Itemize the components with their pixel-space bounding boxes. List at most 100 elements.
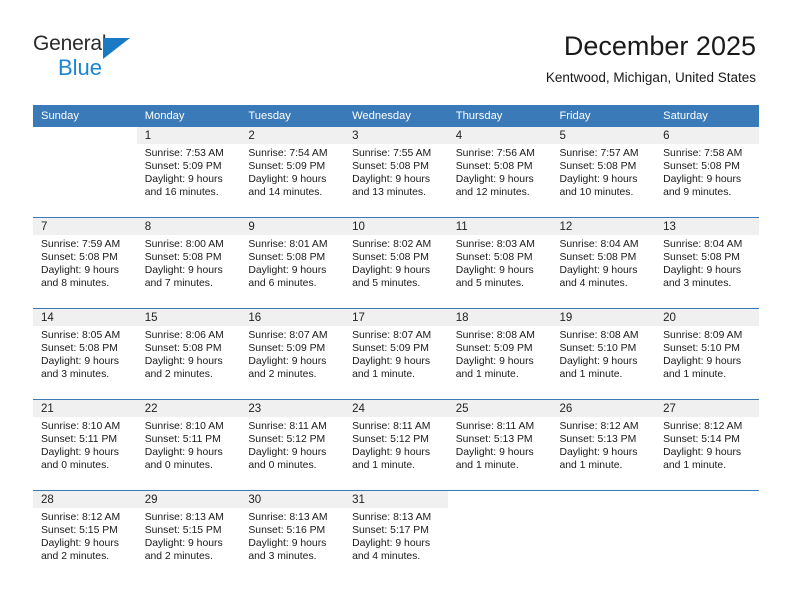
sunset-time: Sunset: 5:09 PM bbox=[144, 161, 222, 173]
sunset-time: Sunset: 5:08 PM bbox=[144, 252, 222, 264]
calendar-day-cell[interactable]: 5 Sunrise: 7:57 AM Sunset: 5:08 PM Daylight… bbox=[551, 127, 656, 218]
calendar-day-cell[interactable]: 26 Sunrise: 8:12 AM Sunset: 5:13 PM Dayligh… bbox=[551, 399, 656, 491]
logo-text-general: General bbox=[33, 32, 107, 55]
calendar-day-cell[interactable]: 9 Sunrise: 8:01 AM Sunset: 5:08 PM Daylight… bbox=[240, 217, 345, 309]
day-details: Sunrise: 8:02 AM Sunset: 5:08 PM Daylight:… bbox=[344, 235, 448, 290]
calendar-day-cell[interactable]: 19 Sunrise: 8:08 AM Sunset: 5:10 PM Dayligh… bbox=[551, 308, 656, 400]
sunset-time: Sunset: 5:16 PM bbox=[248, 525, 326, 537]
calendar-day-cell[interactable]: 3 Sunrise: 7:55 AM Sunset: 5:08 PM Daylight… bbox=[344, 127, 448, 218]
day-details: Sunrise: 7:54 AM Sunset: 5:09 PM Daylight:… bbox=[240, 144, 344, 199]
day-number: 11 bbox=[447, 218, 552, 235]
daylight-duration-line2: and 9 minutes. bbox=[663, 187, 732, 199]
daylight-duration-line1: Daylight: 9 hours bbox=[248, 356, 327, 368]
day-number: 17 bbox=[344, 309, 448, 326]
day-number: 27 bbox=[655, 400, 759, 417]
day-details: Sunrise: 8:13 AM Sunset: 5:17 PM Daylight:… bbox=[344, 508, 448, 563]
weekday-header-thursday: Thursday bbox=[447, 105, 552, 127]
weekday-header-tuesday: Tuesday bbox=[240, 105, 345, 127]
calendar-day-cell[interactable]: 12 Sunrise: 8:04 AM Sunset: 5:08 PM Dayligh… bbox=[551, 217, 656, 309]
daylight-duration-line1: Daylight: 9 hours bbox=[248, 447, 327, 459]
calendar-day-cell[interactable]: 27 Sunrise: 8:12 AM Sunset: 5:14 PM Dayligh… bbox=[655, 399, 759, 491]
calendar-week-row: 7 Sunrise: 7:59 AM Sunset: 5:08 PM Daylight… bbox=[33, 217, 759, 309]
day-details: Sunrise: 8:04 AM Sunset: 5:08 PM Daylight:… bbox=[655, 235, 759, 290]
sunset-time: Sunset: 5:08 PM bbox=[144, 343, 222, 355]
calendar-day-cell[interactable]: 1 Sunrise: 7:53 AM Sunset: 5:09 PM Daylight… bbox=[136, 127, 241, 218]
daylight-duration-line2: and 0 minutes. bbox=[144, 460, 213, 472]
day-details: Sunrise: 7:57 AM Sunset: 5:08 PM Daylight:… bbox=[551, 144, 655, 199]
calendar-day-cell[interactable]: 4 Sunrise: 7:56 AM Sunset: 5:08 PM Daylight… bbox=[447, 127, 552, 218]
calendar-day-cell[interactable]: 17 Sunrise: 8:07 AM Sunset: 5:09 PM Dayligh… bbox=[344, 308, 448, 400]
calendar-day-cell[interactable]: 13 Sunrise: 8:04 AM Sunset: 5:08 PM Dayligh… bbox=[655, 217, 759, 309]
day-details: Sunrise: 8:03 AM Sunset: 5:08 PM Daylight:… bbox=[448, 235, 552, 290]
calendar-week-row: 1 Sunrise: 7:53 AM Sunset: 5:09 PM Daylight… bbox=[33, 127, 759, 218]
day-details: Sunrise: 8:07 AM Sunset: 5:09 PM Daylight:… bbox=[344, 326, 448, 381]
calendar-day-cell[interactable]: 8 Sunrise: 8:00 AM Sunset: 5:08 PM Daylight… bbox=[136, 217, 241, 309]
day-number: 16 bbox=[240, 309, 345, 326]
general-blue-logo[interactable]: General Blue bbox=[33, 33, 193, 85]
day-details: Sunrise: 7:59 AM Sunset: 5:08 PM Daylight:… bbox=[33, 235, 137, 290]
day-number: 25 bbox=[447, 400, 552, 417]
sunset-time: Sunset: 5:08 PM bbox=[663, 161, 740, 173]
sunset-time: Sunset: 5:08 PM bbox=[559, 161, 637, 173]
sunrise-time: Sunrise: 8:13 AM bbox=[144, 512, 224, 523]
daylight-duration-line2: and 14 minutes. bbox=[248, 187, 323, 199]
sunrise-time: Sunrise: 8:07 AM bbox=[352, 330, 432, 341]
daylight-duration-line1: Daylight: 9 hours bbox=[41, 447, 119, 459]
sunset-time: Sunset: 5:08 PM bbox=[663, 252, 740, 264]
sunrise-time: Sunrise: 8:11 AM bbox=[455, 421, 535, 432]
daylight-duration-line1: Daylight: 9 hours bbox=[352, 538, 431, 550]
day-number bbox=[655, 491, 759, 508]
calendar-day-cell[interactable]: 2 Sunrise: 7:54 AM Sunset: 5:09 PM Daylight… bbox=[240, 127, 345, 218]
sunset-time: Sunset: 5:13 PM bbox=[559, 434, 637, 446]
calendar-day-cell[interactable]: 24 Sunrise: 8:11 AM Sunset: 5:12 PM Dayligh… bbox=[344, 399, 448, 491]
calendar-day-cell[interactable]: 23 Sunrise: 8:11 AM Sunset: 5:12 PM Dayligh… bbox=[240, 399, 345, 491]
day-details: Sunrise: 7:53 AM Sunset: 5:09 PM Daylight:… bbox=[137, 144, 241, 199]
calendar-day-cell[interactable]: 16 Sunrise: 8:07 AM Sunset: 5:09 PM Dayligh… bbox=[240, 308, 345, 400]
daylight-duration-line2: and 12 minutes. bbox=[455, 187, 530, 199]
sunrise-time: Sunrise: 7:59 AM bbox=[41, 239, 121, 250]
day-number: 30 bbox=[240, 491, 345, 508]
calendar-day-cell[interactable]: 30 Sunrise: 8:13 AM Sunset: 5:16 PM Dayligh… bbox=[240, 490, 345, 581]
day-number bbox=[33, 127, 137, 144]
calendar-day-cell[interactable]: 18 Sunrise: 8:08 AM Sunset: 5:09 PM Dayligh… bbox=[447, 308, 552, 400]
calendar-day-cell[interactable]: 20 Sunrise: 8:09 AM Sunset: 5:10 PM Dayligh… bbox=[655, 308, 759, 400]
daylight-duration-line2: and 2 minutes. bbox=[41, 551, 110, 563]
daylight-duration-line1: Daylight: 9 hours bbox=[248, 538, 327, 550]
daylight-duration-line2: and 1 minute. bbox=[663, 369, 727, 381]
day-number: 20 bbox=[655, 309, 759, 326]
sunrise-time: Sunrise: 8:13 AM bbox=[248, 512, 328, 523]
calendar-day-cell[interactable]: 15 Sunrise: 8:06 AM Sunset: 5:08 PM Dayligh… bbox=[136, 308, 241, 400]
calendar-day-cell[interactable]: 21 Sunrise: 8:10 AM Sunset: 5:11 PM Dayligh… bbox=[33, 399, 137, 491]
sunrise-time: Sunrise: 8:04 AM bbox=[663, 239, 743, 250]
day-number: 28 bbox=[33, 491, 137, 508]
daylight-duration-line2: and 1 minute. bbox=[559, 369, 623, 381]
weekday-header-row: Sunday Monday Tuesday Wednesday Thursday… bbox=[33, 105, 759, 127]
daylight-duration-line1: Daylight: 9 hours bbox=[144, 265, 223, 277]
calendar-day-cell[interactable]: 29 Sunrise: 8:13 AM Sunset: 5:15 PM Dayligh… bbox=[136, 490, 241, 581]
calendar-day-cell[interactable]: 28 Sunrise: 8:12 AM Sunset: 5:15 PM Dayligh… bbox=[33, 490, 137, 581]
calendar-week-row: 14 Sunrise: 8:05 AM Sunset: 5:08 PM Dayligh… bbox=[33, 308, 759, 400]
sunset-time: Sunset: 5:08 PM bbox=[455, 252, 533, 264]
calendar-day-cell[interactable]: 7 Sunrise: 7:59 AM Sunset: 5:08 PM Daylight… bbox=[33, 217, 137, 309]
daylight-duration-line2: and 16 minutes. bbox=[144, 187, 219, 199]
daylight-duration-line1: Daylight: 9 hours bbox=[144, 174, 223, 186]
calendar-day-cell[interactable]: 11 Sunrise: 8:03 AM Sunset: 5:08 PM Dayligh… bbox=[447, 217, 552, 309]
daylight-duration-line2: and 5 minutes. bbox=[352, 278, 421, 290]
day-number: 8 bbox=[136, 218, 241, 235]
calendar-day-cell[interactable]: 25 Sunrise: 8:11 AM Sunset: 5:13 PM Dayligh… bbox=[447, 399, 552, 491]
day-details: Sunrise: 7:55 AM Sunset: 5:08 PM Daylight:… bbox=[344, 144, 448, 199]
day-number: 15 bbox=[136, 309, 241, 326]
calendar-day-cell[interactable]: 22 Sunrise: 8:10 AM Sunset: 5:11 PM Dayligh… bbox=[136, 399, 241, 491]
day-number: 1 bbox=[136, 127, 241, 144]
calendar-day-cell[interactable]: 31 Sunrise: 8:13 AM Sunset: 5:17 PM Dayligh… bbox=[344, 490, 448, 581]
sunrise-time: Sunrise: 8:12 AM bbox=[663, 421, 743, 432]
calendar-day-cell[interactable]: 10 Sunrise: 8:02 AM Sunset: 5:08 PM Dayligh… bbox=[344, 217, 448, 309]
sunset-time: Sunset: 5:11 PM bbox=[41, 434, 118, 446]
sunrise-time: Sunrise: 7:58 AM bbox=[663, 148, 743, 159]
daylight-duration-line2: and 2 minutes. bbox=[144, 551, 213, 563]
day-details: Sunrise: 8:05 AM Sunset: 5:08 PM Daylight:… bbox=[33, 326, 137, 381]
calendar-day-cell[interactable]: 6 Sunrise: 7:58 AM Sunset: 5:08 PM Daylight… bbox=[655, 127, 759, 218]
day-number: 4 bbox=[447, 127, 552, 144]
daylight-duration-line1: Daylight: 9 hours bbox=[352, 356, 431, 368]
calendar-day-cell[interactable]: 14 Sunrise: 8:05 AM Sunset: 5:08 PM Dayligh… bbox=[33, 308, 137, 400]
